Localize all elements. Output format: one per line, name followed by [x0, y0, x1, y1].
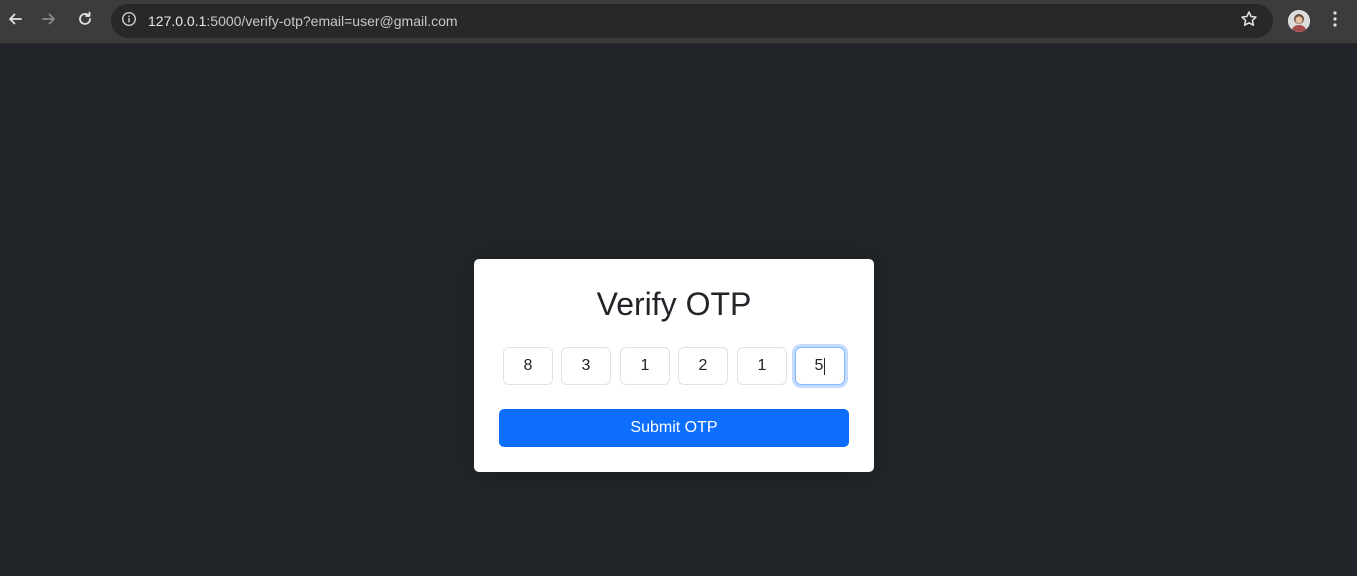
otp-digit-value: 1: [640, 357, 650, 374]
reload-icon: [76, 10, 94, 33]
otp-digit-value: 8: [523, 357, 533, 374]
url-text[interactable]: 127.0.0.1:5000/verify-otp?email=user@gma…: [148, 13, 458, 29]
otp-digit-6[interactable]: 5: [795, 347, 845, 385]
forward-button[interactable]: [34, 6, 64, 36]
otp-digit-value: 5: [814, 357, 824, 374]
text-caret: [824, 357, 826, 375]
otp-digit-3[interactable]: 1: [620, 347, 670, 385]
page-title: Verify OTP: [596, 286, 752, 322]
submit-otp-button[interactable]: Submit OTP: [499, 409, 849, 447]
otp-digit-2[interactable]: 3: [561, 347, 611, 385]
forward-arrow-icon: [40, 10, 58, 33]
browser-menu-button[interactable]: [1323, 8, 1347, 34]
info-icon: [121, 11, 137, 32]
browser-toolbar: 127.0.0.1:5000/verify-otp?email=user@gma…: [0, 0, 1357, 44]
bookmark-button[interactable]: [1239, 10, 1259, 33]
kebab-menu-icon: [1333, 10, 1337, 32]
otp-digit-1[interactable]: 8: [503, 347, 553, 385]
url-path: :5000/verify-otp?email=user@gmail.com: [206, 13, 458, 29]
otp-digit-4[interactable]: 2: [678, 347, 728, 385]
site-info-button[interactable]: [117, 9, 141, 33]
otp-digit-value: 1: [757, 357, 767, 374]
profile-avatar[interactable]: [1288, 10, 1310, 32]
reload-button[interactable]: [70, 6, 100, 36]
otp-digit-value: 3: [581, 357, 591, 374]
otp-card: Verify OTP 8 3 1 2 1 5 Submit OTP: [474, 259, 874, 472]
otp-digit-value: 2: [698, 357, 708, 374]
star-icon: [1240, 10, 1258, 33]
address-bar[interactable]: 127.0.0.1:5000/verify-otp?email=user@gma…: [111, 4, 1273, 38]
otp-digit-5[interactable]: 1: [737, 347, 787, 385]
back-arrow-icon: [6, 10, 24, 33]
back-button[interactable]: [0, 6, 30, 36]
avatar: [1288, 10, 1310, 32]
url-host: 127.0.0.1: [148, 13, 207, 29]
